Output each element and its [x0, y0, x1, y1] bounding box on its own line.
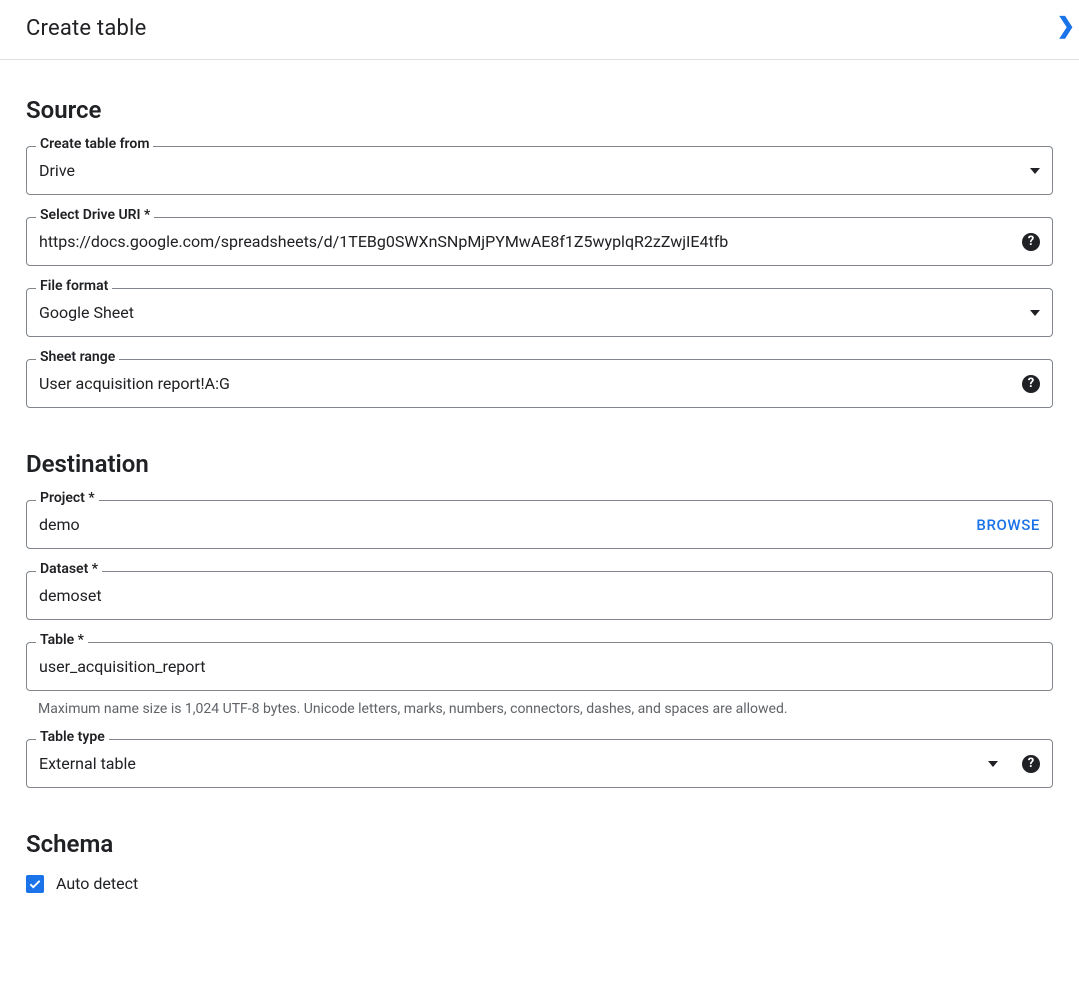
chevron-down-icon — [1030, 310, 1040, 316]
field-table-type: Table type External table ? — [26, 739, 1053, 788]
close-icon[interactable]: ❯ — [1057, 14, 1075, 39]
select-value: Google Sheet — [39, 303, 1022, 322]
select-create-table-from[interactable]: Drive — [26, 146, 1053, 195]
input-sheet-range[interactable] — [39, 374, 1012, 393]
field-sheet-range: Sheet range ? — [26, 359, 1053, 408]
help-icon[interactable]: ? — [1022, 375, 1040, 393]
page-title: Create table — [26, 16, 146, 41]
label-create-table-from: Create table from — [36, 136, 153, 152]
label-project: Project * — [36, 490, 99, 506]
field-drive-uri: Select Drive URI * ? — [26, 217, 1053, 266]
label-drive-uri: Select Drive URI * — [36, 207, 154, 223]
browse-button[interactable]: BROWSE — [976, 516, 1040, 534]
panel-content: Source Create table from Drive Select Dr… — [0, 60, 1079, 913]
help-icon[interactable]: ? — [1022, 755, 1040, 773]
field-file-format: File format Google Sheet — [26, 288, 1053, 337]
field-create-table-from: Create table from Drive — [26, 146, 1053, 195]
checkbox-auto-detect-label: Auto detect — [56, 874, 138, 893]
check-icon — [28, 877, 42, 891]
input-dataset[interactable] — [39, 586, 1040, 605]
select-table-type[interactable]: External table ? — [26, 739, 1053, 788]
label-table-type: Table type — [36, 729, 109, 745]
checkbox-auto-detect-row: Auto detect — [26, 874, 1053, 893]
field-project: Project * BROWSE — [26, 500, 1053, 549]
label-file-format: File format — [36, 278, 112, 294]
section-title-source: Source — [26, 96, 1053, 124]
label-sheet-range: Sheet range — [36, 349, 119, 365]
panel-header: Create table ❯ — [0, 0, 1079, 60]
label-table: Table * — [36, 632, 88, 648]
chevron-down-icon — [988, 761, 998, 767]
help-icon[interactable]: ? — [1022, 233, 1040, 251]
select-value: Drive — [39, 161, 1022, 180]
chevron-down-icon — [1030, 168, 1040, 174]
input-table[interactable] — [39, 657, 1040, 676]
helper-table-name: Maximum name size is 1,024 UTF-8 bytes. … — [38, 701, 1053, 717]
input-drive-uri[interactable] — [39, 232, 1012, 251]
label-dataset: Dataset * — [36, 561, 102, 577]
checkbox-auto-detect[interactable] — [26, 875, 44, 893]
select-file-format[interactable]: Google Sheet — [26, 288, 1053, 337]
field-table: Table * — [26, 642, 1053, 691]
section-title-schema: Schema — [26, 830, 1053, 858]
section-title-destination: Destination — [26, 450, 1053, 478]
field-dataset: Dataset * — [26, 571, 1053, 620]
input-project[interactable] — [39, 515, 968, 534]
select-value: External table — [39, 754, 980, 773]
